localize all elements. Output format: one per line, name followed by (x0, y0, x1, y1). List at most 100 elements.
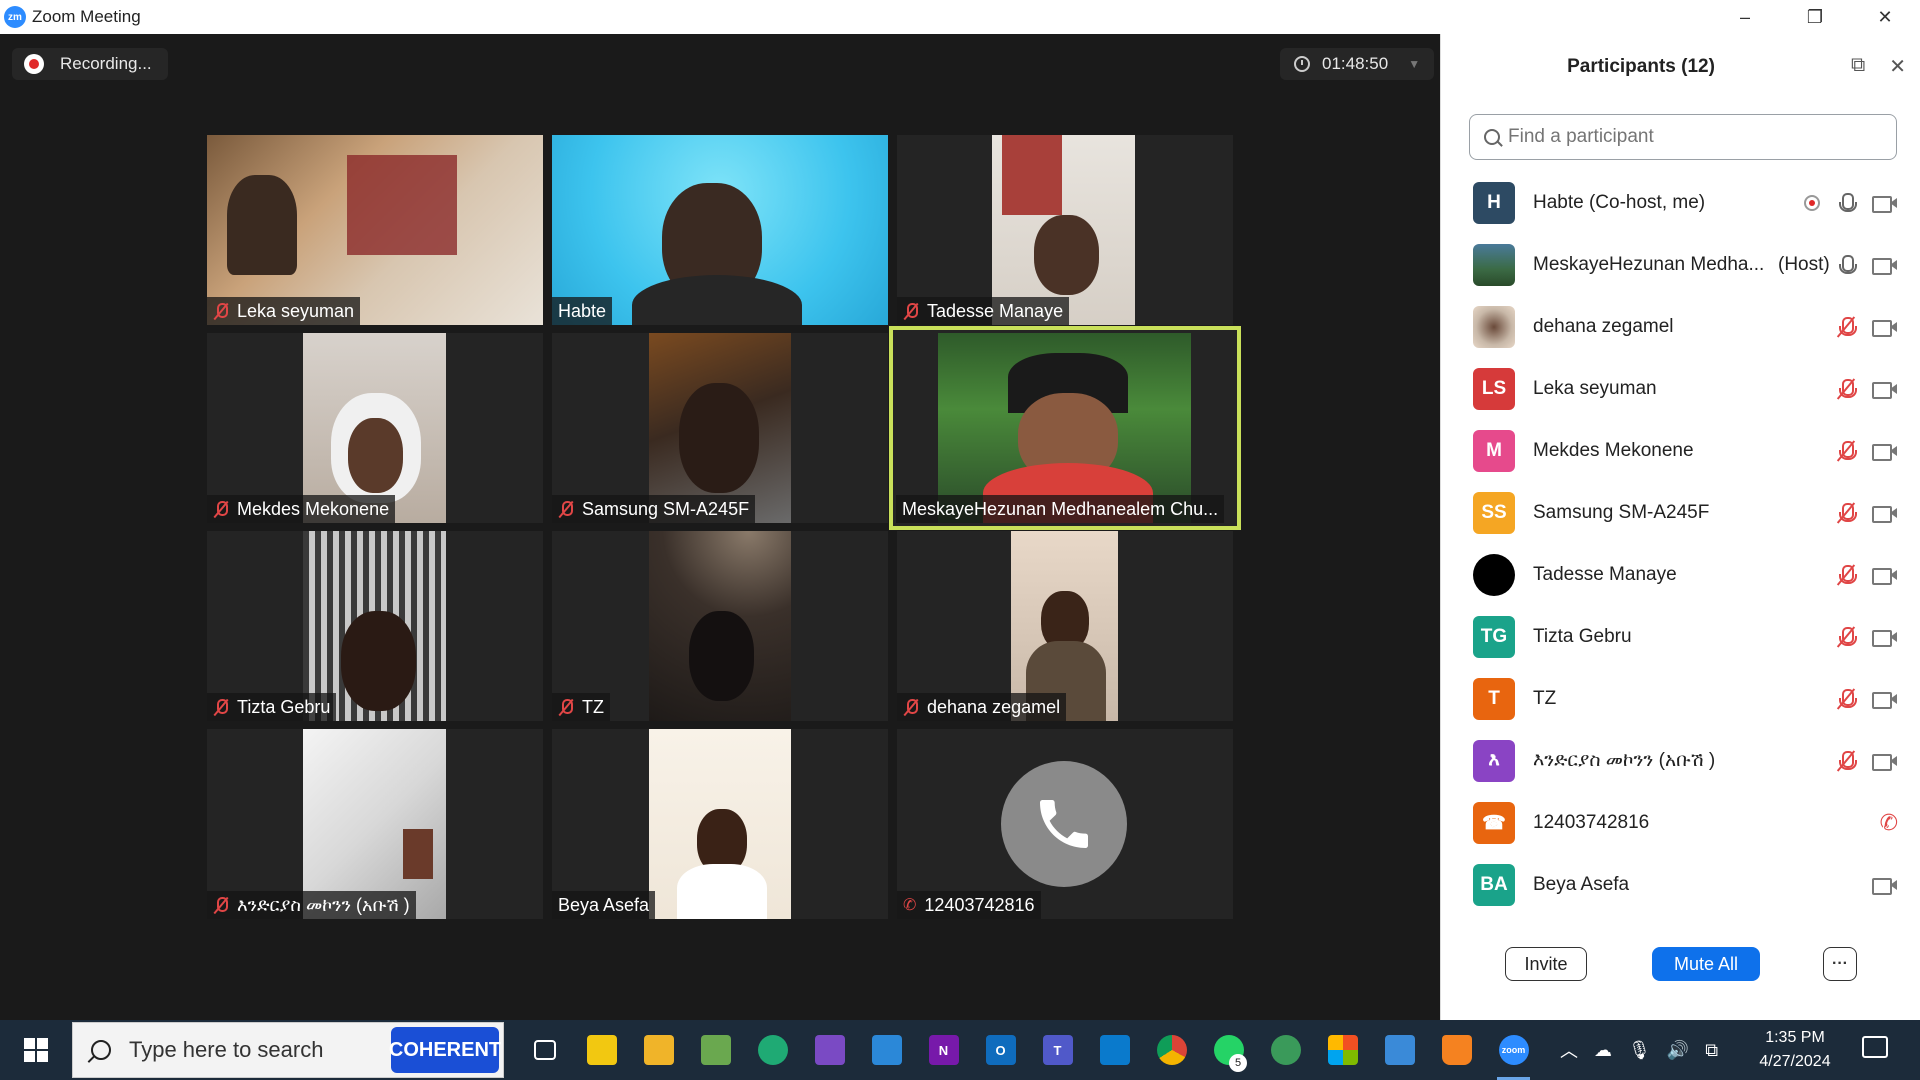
participant-row[interactable]: TG Tizta Gebru (1441, 606, 1920, 668)
microphone-icon[interactable] (1836, 254, 1857, 276)
taskbar-app[interactable] (1371, 1020, 1428, 1080)
video-tile[interactable]: dehana zegamel (897, 531, 1233, 721)
chevron-up-icon[interactable]: ︿ (1560, 1037, 1578, 1063)
taskbar-app[interactable] (1428, 1020, 1485, 1080)
notification-center-icon[interactable] (1862, 1036, 1888, 1058)
video-camera-icon[interactable] (1872, 319, 1898, 337)
microphone-muted-icon[interactable] (1836, 750, 1857, 772)
participant-row[interactable]: MeskayeHezunan Medha... (Host) (1441, 234, 1920, 296)
video-tile[interactable]: Tizta Gebru (207, 531, 543, 721)
taskbar-app[interactable] (630, 1020, 687, 1080)
microphone-muted-icon[interactable] (1836, 440, 1857, 462)
mic-muted-icon (213, 500, 229, 518)
video-camera-icon[interactable] (1872, 691, 1898, 709)
network-icon[interactable]: ⧉ (1705, 1040, 1718, 1061)
video-tile[interactable]: Beya Asefa (552, 729, 888, 919)
microphone-muted-icon[interactable] (1836, 564, 1857, 586)
participant-row[interactable]: LS Leka seyuman (1441, 358, 1920, 420)
video-camera-icon[interactable] (1872, 629, 1898, 647)
microphone-icon[interactable] (1836, 192, 1857, 214)
search-icon (91, 1040, 111, 1060)
microphone-tray-icon[interactable]: 🎙 (1628, 1040, 1651, 1061)
notification-badge: 5 (1229, 1054, 1247, 1072)
participant-search-input[interactable] (1508, 126, 1868, 148)
close-panel-icon[interactable]: ✕ (1889, 54, 1906, 79)
taskbar-app[interactable]: T (1029, 1020, 1086, 1080)
video-camera-icon[interactable] (1872, 195, 1898, 213)
taskbar-app[interactable] (1314, 1020, 1371, 1080)
video-tile[interactable]: Tadesse Manaye (897, 135, 1233, 325)
taskbar-app[interactable] (1086, 1020, 1143, 1080)
visual-studio-icon (814, 1035, 845, 1065)
video-camera-icon[interactable] (1872, 381, 1898, 399)
taskbar-app[interactable] (858, 1020, 915, 1080)
video-tile[interactable]: Habte (552, 135, 888, 325)
taskbar-app[interactable] (687, 1020, 744, 1080)
taskbar-search[interactable]: Type here to search COHERENT (72, 1022, 504, 1078)
participant-row[interactable]: BA Beya Asefa (1441, 854, 1920, 916)
avatar (1473, 244, 1515, 286)
microphone-muted-icon[interactable] (1836, 626, 1857, 648)
recording-indicator[interactable]: Recording... (12, 48, 168, 80)
more-options-button[interactable]: ··· (1823, 947, 1857, 981)
video-tile[interactable]: Samsung SM-A245F (552, 333, 888, 523)
phone-avatar-icon: ☎ (1473, 802, 1515, 844)
taskbar-clock[interactable]: 1:35 PM 4/27/2024 (1740, 1026, 1850, 1074)
restore-button[interactable]: ❐ (1780, 0, 1850, 34)
video-camera-icon[interactable] (1872, 877, 1898, 895)
search-icon (1484, 129, 1500, 145)
pop-out-icon[interactable]: ⧉ (1851, 54, 1865, 79)
taskbar-app[interactable] (1143, 1020, 1200, 1080)
taskbar-app[interactable] (1257, 1020, 1314, 1080)
video-tile[interactable]: Leka seyuman (207, 135, 543, 325)
microphone-muted-icon[interactable] (1836, 502, 1857, 524)
mute-all-button[interactable]: Mute All (1652, 947, 1760, 981)
close-window-button[interactable]: ✕ (1850, 0, 1920, 34)
participant-row[interactable]: dehana zegamel (1441, 296, 1920, 358)
taskbar-app[interactable]: 5 (1200, 1020, 1257, 1080)
taskbar-app-zoom[interactable]: zoom (1485, 1020, 1542, 1080)
taskbar-app[interactable] (801, 1020, 858, 1080)
coherent-logo[interactable]: COHERENT (389, 1027, 501, 1073)
minimize-button[interactable]: – (1710, 0, 1780, 34)
taskbar-app[interactable]: N (915, 1020, 972, 1080)
participant-status-icons (1836, 564, 1898, 586)
participant-row[interactable]: ☎ 12403742816 ✆ (1441, 792, 1920, 854)
taskbar-app[interactable] (573, 1020, 630, 1080)
participant-search[interactable] (1469, 114, 1897, 160)
video-camera-icon[interactable] (1872, 443, 1898, 461)
taskbar-app[interactable] (744, 1020, 801, 1080)
participant-row[interactable]: M Mekdes Mekonene (1441, 420, 1920, 482)
meeting-timer[interactable]: 01:48:50 ▼ (1280, 48, 1435, 80)
panel-header-icons: ⧉ ✕ (1851, 54, 1906, 79)
video-camera-icon[interactable] (1872, 257, 1898, 275)
microphone-muted-icon[interactable] (1836, 316, 1857, 338)
taskbar-app[interactable]: O (972, 1020, 1029, 1080)
tile-name-bar: እንድርያስ መኮንን (አቡሽ ) (207, 891, 416, 919)
video-camera-icon[interactable] (1872, 567, 1898, 585)
participant-row[interactable]: H Habte (Co-host, me) (1441, 172, 1920, 234)
zoom-logo-icon: zm (4, 6, 26, 28)
participant-row[interactable]: Tadesse Manaye (1441, 544, 1920, 606)
onedrive-icon[interactable]: ☁ (1594, 1040, 1612, 1061)
video-tile[interactable]: እንድርያስ መኮንን (አቡሽ ) (207, 729, 543, 919)
chevron-down-icon: ▼ (1408, 57, 1421, 71)
video-tile-active-speaker[interactable]: MeskayeHezunan Medhanealem Chu... (889, 326, 1241, 530)
volume-icon[interactable]: 🔊 (1667, 1040, 1689, 1061)
video-tile-phone[interactable]: ✆ 12403742816 (897, 729, 1233, 919)
participant-row[interactable]: T TZ (1441, 668, 1920, 730)
participant-name: Habte (Co-host, me) (1533, 192, 1706, 213)
microphone-muted-icon[interactable] (1836, 378, 1857, 400)
video-tile[interactable]: TZ (552, 531, 888, 721)
participant-row[interactable]: SS Samsung SM-A245F (1441, 482, 1920, 544)
invite-button[interactable]: Invite (1505, 947, 1587, 981)
video-camera-icon[interactable] (1872, 753, 1898, 771)
video-tile[interactable]: Mekdes Mekonene (207, 333, 543, 523)
tile-name-bar: ✆ 12403742816 (897, 891, 1041, 919)
microphone-muted-icon[interactable] (1836, 688, 1857, 710)
participant-row[interactable]: እ እንድርያስ መኮንን (አቡሽ ) (1441, 730, 1920, 792)
video-camera-icon[interactable] (1872, 505, 1898, 523)
start-button[interactable] (0, 1020, 72, 1080)
task-view-button[interactable] (516, 1020, 573, 1080)
phone-muted-icon[interactable]: ✆ (1880, 810, 1898, 836)
